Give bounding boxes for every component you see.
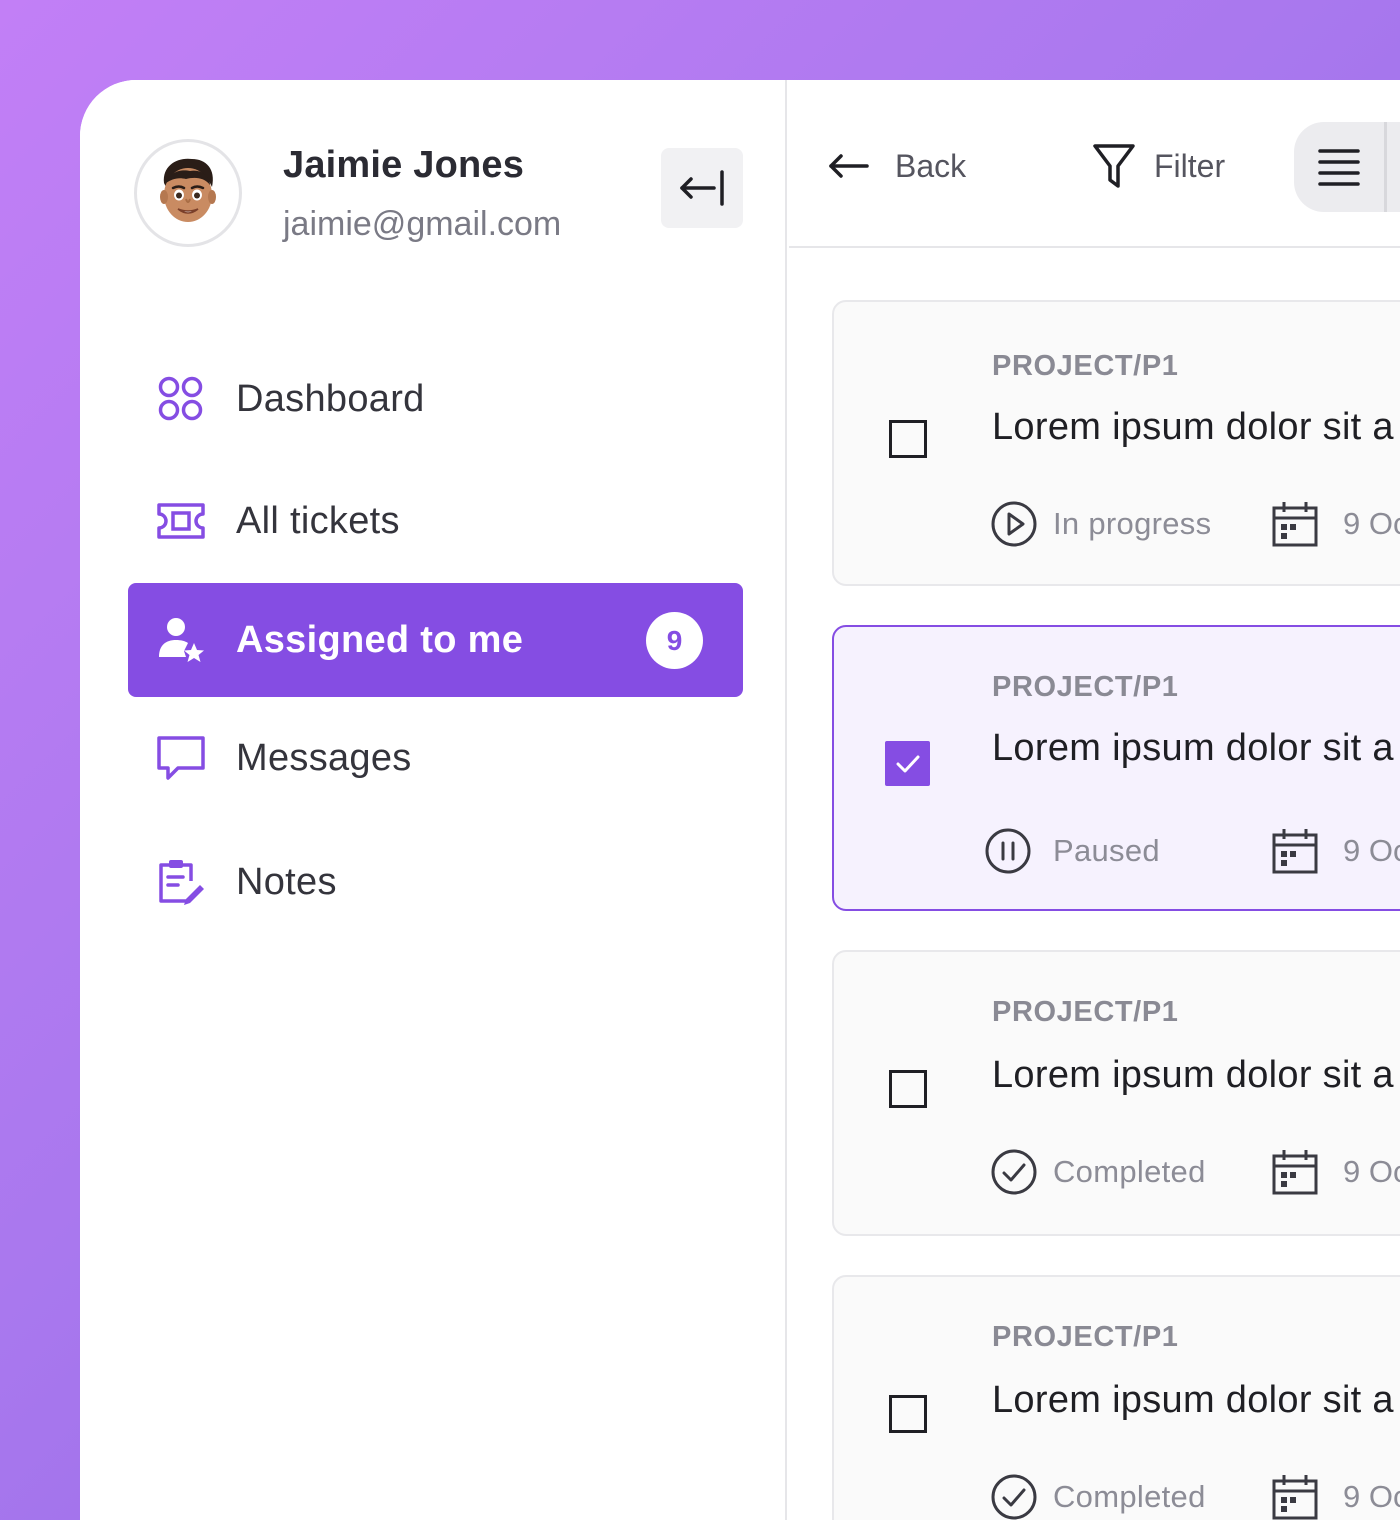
- user-star-icon: [156, 615, 206, 665]
- ticket-status-label: Paused: [1053, 833, 1160, 868]
- avatar[interactable]: [134, 139, 242, 247]
- ticket-date-label: 9 Oc: [1343, 833, 1400, 868]
- sidebar-item-label: Assigned to me: [236, 618, 524, 661]
- sidebar-item-messages[interactable]: Messages: [128, 701, 743, 815]
- ticket-checkbox[interactable]: [885, 741, 930, 786]
- calendar-icon: [1272, 1150, 1318, 1195]
- ticket-card[interactable]: PROJECT/P1 Lorem ipsum dolor sit a Compl…: [832, 1275, 1400, 1520]
- ticket-date: 9 Oc: [1271, 1473, 1400, 1520]
- collapse-sidebar-button[interactable]: [661, 148, 743, 228]
- ticket-date-label: 9 Oc: [1343, 506, 1400, 541]
- ticket-title: Lorem ipsum dolor sit a: [992, 406, 1394, 448]
- sidebar: Jaimie Jones jaimie@gmail.com Dashboard: [80, 80, 787, 1520]
- ticket-date-label: 9 Oc: [1343, 1154, 1400, 1189]
- list-view-button[interactable]: [1294, 122, 1384, 212]
- ticket-date-label: 9 Oc: [1343, 1479, 1400, 1514]
- check-circle-icon: [991, 1149, 1037, 1195]
- sidebar-item-label: All tickets: [236, 499, 400, 542]
- message-icon: [156, 733, 206, 783]
- ticket-status: Paused: [984, 827, 1160, 875]
- ticket-icon: [156, 496, 206, 546]
- list-view-icon: [1318, 149, 1360, 186]
- sidebar-item-dashboard[interactable]: Dashboard: [128, 342, 743, 456]
- ticket-project: PROJECT/P1: [992, 350, 1179, 382]
- user-email: jaimie@gmail.com: [283, 205, 562, 243]
- sidebar-item-all-tickets[interactable]: All tickets: [128, 464, 743, 578]
- ticket-title: Lorem ipsum dolor sit a: [992, 727, 1394, 769]
- ticket-status: Completed: [990, 1148, 1206, 1196]
- ticket-title: Lorem ipsum dolor sit a: [992, 1379, 1394, 1421]
- ticket-project: PROJECT/P1: [992, 996, 1179, 1028]
- calendar-icon: [1272, 1475, 1318, 1520]
- calendar-icon: [1272, 829, 1318, 874]
- ticket-checkbox[interactable]: [889, 420, 927, 458]
- app-window: Jaimie Jones jaimie@gmail.com Dashboard: [80, 80, 1400, 1520]
- view-toggle: [1294, 122, 1400, 212]
- divider: [1384, 122, 1387, 212]
- arrow-left-icon: [829, 154, 869, 178]
- calendar-icon: [1272, 502, 1318, 547]
- checkmark-icon: [896, 755, 919, 772]
- ticket-status-label: Completed: [1053, 1479, 1206, 1514]
- sidebar-item-notes[interactable]: Notes: [128, 825, 743, 939]
- ticket-date: 9 Oc: [1271, 827, 1400, 875]
- notes-icon: [156, 857, 206, 907]
- ticket-status-label: Completed: [1053, 1154, 1206, 1189]
- back-button[interactable]: Back: [827, 138, 966, 194]
- toolbar: Back Filter: [789, 80, 1400, 248]
- pause-circle-icon: [985, 828, 1031, 874]
- ticket-card[interactable]: PROJECT/P1 Lorem ipsum dolor sit a Compl…: [832, 950, 1400, 1236]
- user-name: Jaimie Jones: [283, 144, 525, 186]
- play-circle-icon: [991, 501, 1037, 547]
- filter-funnel-icon: [1093, 144, 1135, 188]
- ticket-card[interactable]: PROJECT/P1 Lorem ipsum dolor sit a In pr…: [832, 300, 1400, 586]
- ticket-project: PROJECT/P1: [992, 1321, 1179, 1353]
- sidebar-item-label: Messages: [236, 736, 412, 779]
- main-panel: Back Filter PROJECT/P1 Lorem ipsum dolor…: [789, 80, 1400, 1520]
- ticket-checkbox[interactable]: [889, 1395, 927, 1433]
- filter-button[interactable]: Filter: [1092, 138, 1225, 194]
- ticket-title: Lorem ipsum dolor sit a: [992, 1054, 1394, 1096]
- collapse-left-icon: [680, 170, 724, 206]
- dashboard-grid-icon: [156, 374, 206, 424]
- ticket-card[interactable]: PROJECT/P1 Lorem ipsum dolor sit a Pause…: [832, 625, 1400, 911]
- ticket-status: In progress: [990, 500, 1211, 548]
- check-circle-icon: [991, 1474, 1037, 1520]
- ticket-date: 9 Oc: [1271, 500, 1400, 548]
- ticket-status-label: In progress: [1053, 506, 1212, 541]
- sidebar-item-label: Notes: [236, 860, 337, 903]
- ticket-date: 9 Oc: [1271, 1148, 1400, 1196]
- sidebar-item-assigned-to-me[interactable]: Assigned to me 9: [128, 583, 743, 697]
- back-label: Back: [895, 147, 967, 184]
- sidebar-item-label: Dashboard: [236, 377, 425, 420]
- count-badge: 9: [646, 612, 703, 669]
- memoji-avatar-icon: [160, 158, 216, 222]
- ticket-project: PROJECT/P1: [992, 671, 1179, 703]
- ticket-checkbox[interactable]: [889, 1070, 927, 1108]
- ticket-status: Completed: [990, 1473, 1206, 1520]
- filter-label: Filter: [1154, 147, 1226, 184]
